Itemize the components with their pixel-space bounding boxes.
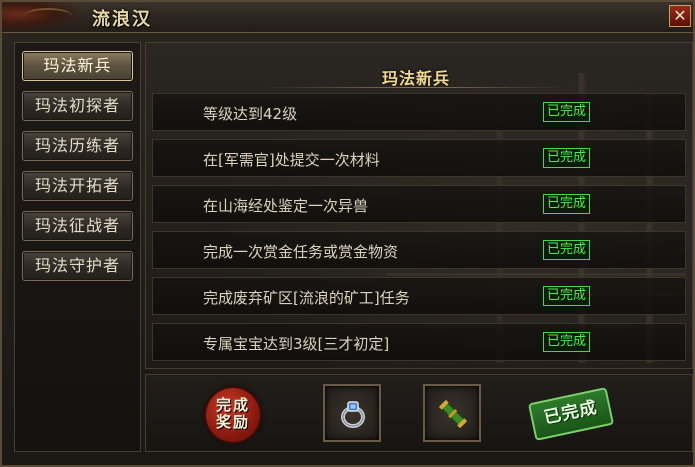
task-status-badge: 已完成 <box>543 286 591 306</box>
reward-item-slot[interactable] <box>423 384 481 442</box>
sidebar-item-mafa-pioneer[interactable]: 玛法开拓者 <box>22 171 133 201</box>
task-row: 专属宝宝达到3级[三才初定] 已完成 <box>152 323 686 361</box>
task-status-badge: 已完成 <box>543 194 591 214</box>
dragon-ornament-icon <box>2 2 82 32</box>
task-row: 在山海经处鉴定一次异兽 已完成 <box>152 185 686 223</box>
task-description: 在[军需官]处提交一次材料 <box>203 151 380 169</box>
rank-sidebar: 玛法新兵 玛法初探者 玛法历练者 玛法开拓者 玛法征战者 玛法守护者 <box>14 42 141 452</box>
reward-bar: 完成 奖励 已完成 <box>145 374 693 452</box>
seal-text-line2: 奖励 <box>215 413 250 431</box>
panel-title: 玛法新兵 <box>381 69 450 88</box>
task-row: 等级达到42级 已完成 <box>152 93 686 131</box>
title-bar[interactable]: 流浪汉 ✕ <box>2 2 693 33</box>
task-description: 完成一次赏金任务或赏金物资 <box>203 243 399 261</box>
completed-stamp: 已完成 <box>527 387 615 441</box>
completion-reward-seal: 完成 奖励 <box>206 388 260 442</box>
window-title: 流浪汉 <box>92 9 152 30</box>
task-row: 在[军需官]处提交一次材料 已完成 <box>152 139 686 177</box>
sidebar-item-mafa-recruit[interactable]: 玛法新兵 <box>22 51 133 81</box>
reward-item-slot[interactable] <box>323 384 381 442</box>
background-rail <box>386 273 686 276</box>
header-divider <box>266 87 566 88</box>
task-row: 完成一次赏金任务或赏金物资 已完成 <box>152 231 686 269</box>
task-row: 完成废弃矿区[流浪的矿工]任务 已完成 <box>152 277 686 315</box>
seal-text-line1: 完成 <box>215 396 250 414</box>
task-status-badge: 已完成 <box>543 148 591 168</box>
quest-window: 流浪汉 ✕ 玛法新兵 玛法初探者 玛法历练者 玛法开拓者 玛法征战者 玛法守护者… <box>0 0 695 467</box>
task-status-badge: 已完成 <box>543 332 591 352</box>
task-description: 在山海经处鉴定一次异兽 <box>203 197 369 215</box>
task-panel: 玛法新兵 等级达到42级 已完成 在[军需官]处提交一次材料 已完成 在山海经处… <box>145 42 693 369</box>
sidebar-item-mafa-guardian[interactable]: 玛法守护者 <box>22 251 133 281</box>
task-status-badge: 已完成 <box>543 240 591 260</box>
task-description: 完成废弃矿区[流浪的矿工]任务 <box>203 289 410 307</box>
task-description: 等级达到42级 <box>203 105 298 123</box>
sidebar-item-mafa-conqueror[interactable]: 玛法征战者 <box>22 211 133 241</box>
close-button[interactable]: ✕ <box>669 5 691 27</box>
sidebar-item-mafa-veteran[interactable]: 玛法历练者 <box>22 131 133 161</box>
task-description: 专属宝宝达到3级[三才初定] <box>203 335 390 353</box>
task-status-badge: 已完成 <box>543 102 591 122</box>
sidebar-item-mafa-explorer[interactable]: 玛法初探者 <box>22 91 133 121</box>
